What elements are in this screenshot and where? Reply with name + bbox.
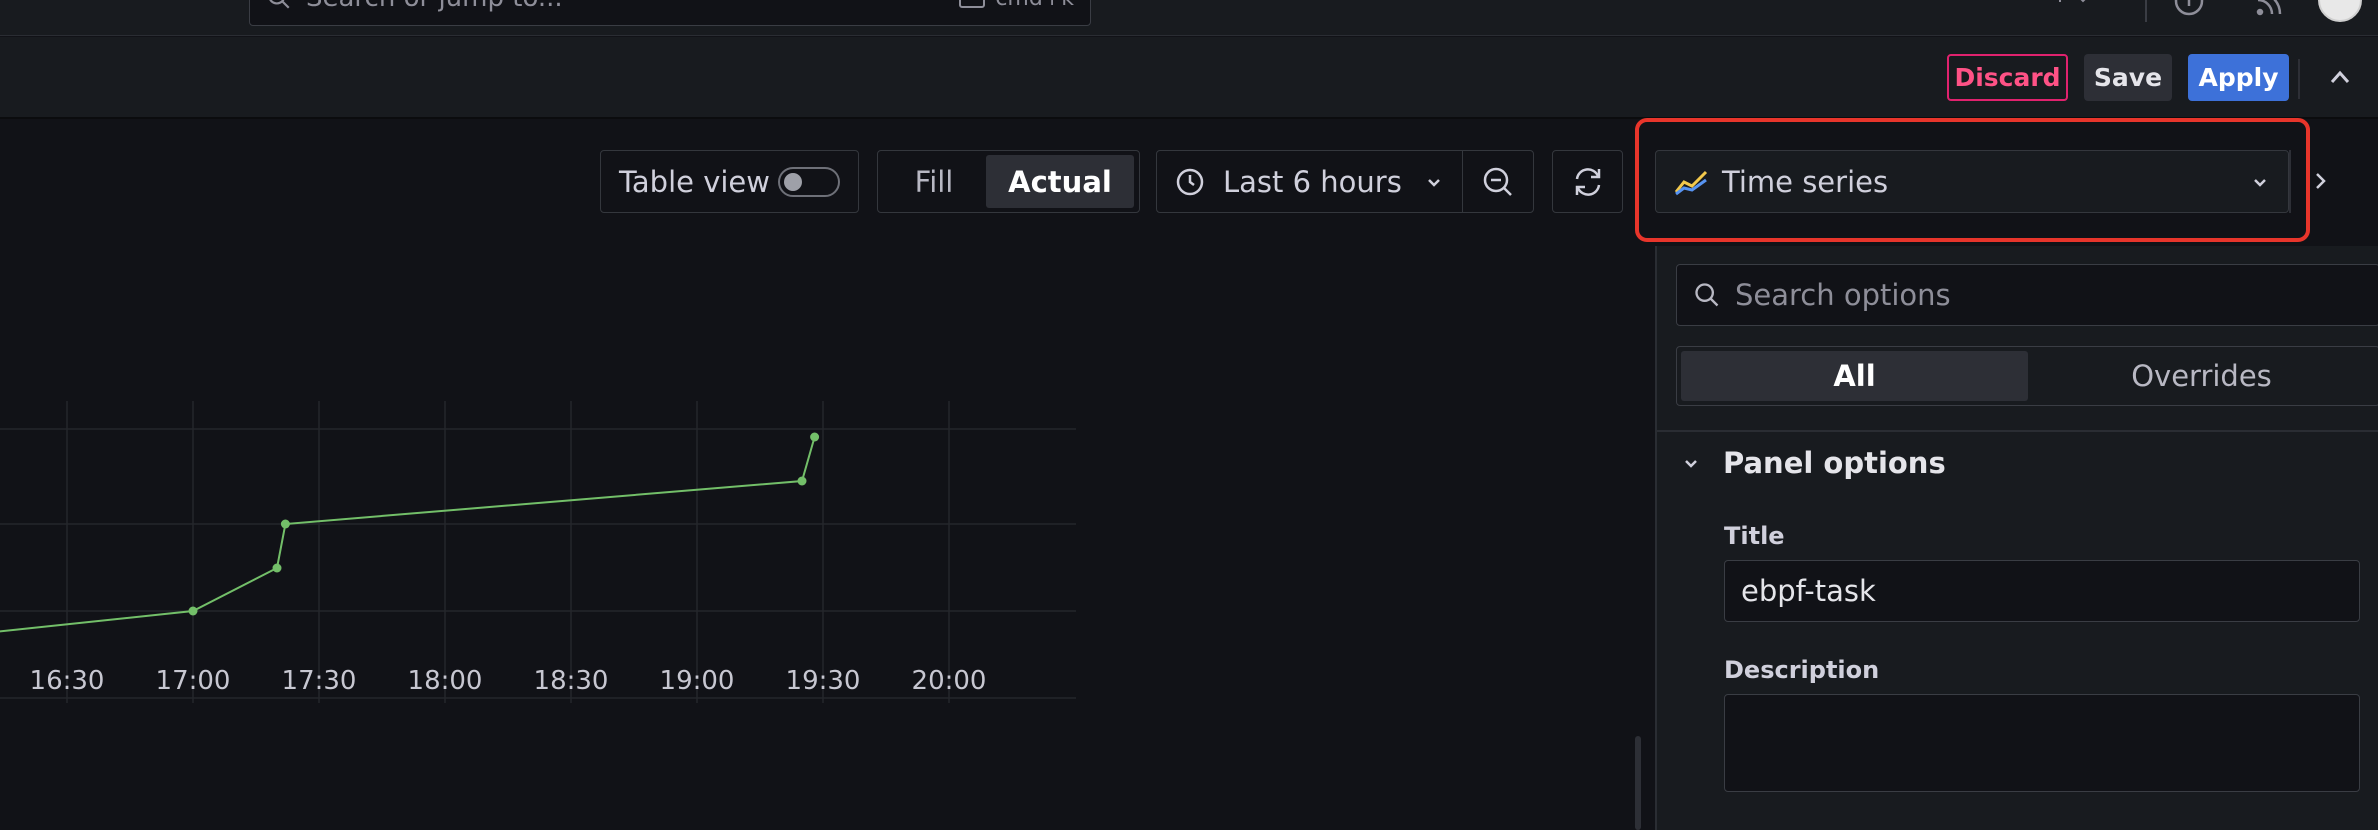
save-button[interactable]: Save xyxy=(2084,54,2172,101)
description-textarea[interactable] xyxy=(1724,694,2360,792)
add-new-icon[interactable] xyxy=(2052,0,2092,18)
options-tabs: All Overrides xyxy=(1676,346,2378,406)
x-tick-label: 19:30 xyxy=(786,666,861,696)
table-view-switch[interactable] xyxy=(778,166,840,197)
x-tick-label: 20:00 xyxy=(912,666,987,696)
search-shortcut-hint: cmd+k xyxy=(959,0,1074,11)
apply-button[interactable]: Apply xyxy=(2188,54,2289,101)
actual-option[interactable]: Actual xyxy=(986,155,1134,208)
data-point xyxy=(272,563,282,573)
search-shortcut-text: cmd+k xyxy=(995,0,1074,11)
global-search-input[interactable]: Search or jump to... cmd+k xyxy=(249,0,1091,26)
panel-options-section-toggle[interactable]: Panel options xyxy=(1681,446,1946,480)
search-options-input[interactable]: Search options xyxy=(1676,264,2378,326)
panel-edit-toolbar: Discard Save Apply xyxy=(0,37,2378,119)
search-options-placeholder: Search options xyxy=(1735,278,1951,312)
x-tick-label: 16:30 xyxy=(30,666,105,696)
series-line xyxy=(0,436,816,633)
tab-overrides[interactable]: Overrides xyxy=(2028,351,2375,401)
topbar-divider xyxy=(2145,0,2147,22)
zoom-out-icon xyxy=(1483,167,1513,196)
switch-knob xyxy=(784,172,802,191)
x-tick-label: 19:00 xyxy=(660,666,735,696)
refresh-button[interactable] xyxy=(1552,150,1623,213)
title-input[interactable]: ebpf-task xyxy=(1724,560,2360,622)
description-field-label: Description xyxy=(1724,656,1880,684)
chevron-right-icon[interactable] xyxy=(2306,166,2336,196)
highlight-annotation xyxy=(1635,118,2310,242)
section-divider xyxy=(1657,430,2378,432)
global-search-placeholder: Search or jump to... xyxy=(306,0,959,13)
title-field-label: Title xyxy=(1724,522,1785,550)
time-range-picker: Last 6 hours xyxy=(1156,150,1534,213)
tab-all[interactable]: All xyxy=(1681,351,2028,401)
x-tick-label: 18:00 xyxy=(408,666,483,696)
options-pane: Search options All Overrides Panel optio… xyxy=(1655,246,2378,830)
time-range-button[interactable]: Last 6 hours xyxy=(1157,151,1464,212)
scrollbar[interactable] xyxy=(1635,736,1641,830)
top-nav-bar: Search or jump to... cmd+k xyxy=(0,0,2378,36)
editbar-divider xyxy=(2298,59,2300,99)
data-point xyxy=(280,519,290,529)
clock-icon xyxy=(1176,168,1204,195)
x-tick-label: 17:00 xyxy=(156,666,231,696)
data-point xyxy=(810,432,820,442)
data-point xyxy=(797,476,807,486)
panel-preview: 16:30 17:00 17:30 18:00 18:30 19:00 19:30 20:00 xyxy=(0,121,1655,830)
news-feed-icon[interactable] xyxy=(2254,0,2284,16)
refresh-icon xyxy=(1575,167,1600,196)
chevron-down-icon xyxy=(1428,178,1441,187)
user-avatar[interactable] xyxy=(2318,0,2362,22)
x-tick-label: 17:30 xyxy=(282,666,357,696)
fill-option[interactable]: Fill xyxy=(882,155,986,208)
fill-actual-radio-group: Fill Actual xyxy=(877,150,1140,213)
zoom-out-button[interactable] xyxy=(1463,151,1533,212)
time-series-chart: 16:30 17:00 17:30 18:00 18:30 19:00 19:30 20:00 xyxy=(0,401,1076,703)
table-view-toggle-group[interactable]: Table view xyxy=(600,150,859,213)
x-tick-label: 18:30 xyxy=(534,666,609,696)
time-range-label: Last 6 hours xyxy=(1223,164,1402,199)
help-icon[interactable] xyxy=(2174,0,2204,16)
discard-button[interactable]: Discard xyxy=(1947,54,2068,101)
keyboard-icon xyxy=(959,0,986,8)
data-point xyxy=(188,606,198,616)
search-icon xyxy=(1695,283,1719,307)
chevron-up-icon[interactable] xyxy=(2320,57,2360,97)
chevron-down-icon xyxy=(1685,460,1697,468)
search-icon xyxy=(269,0,290,9)
panel-options-title: Panel options xyxy=(1723,446,1946,480)
table-view-label: Table view xyxy=(619,164,770,199)
